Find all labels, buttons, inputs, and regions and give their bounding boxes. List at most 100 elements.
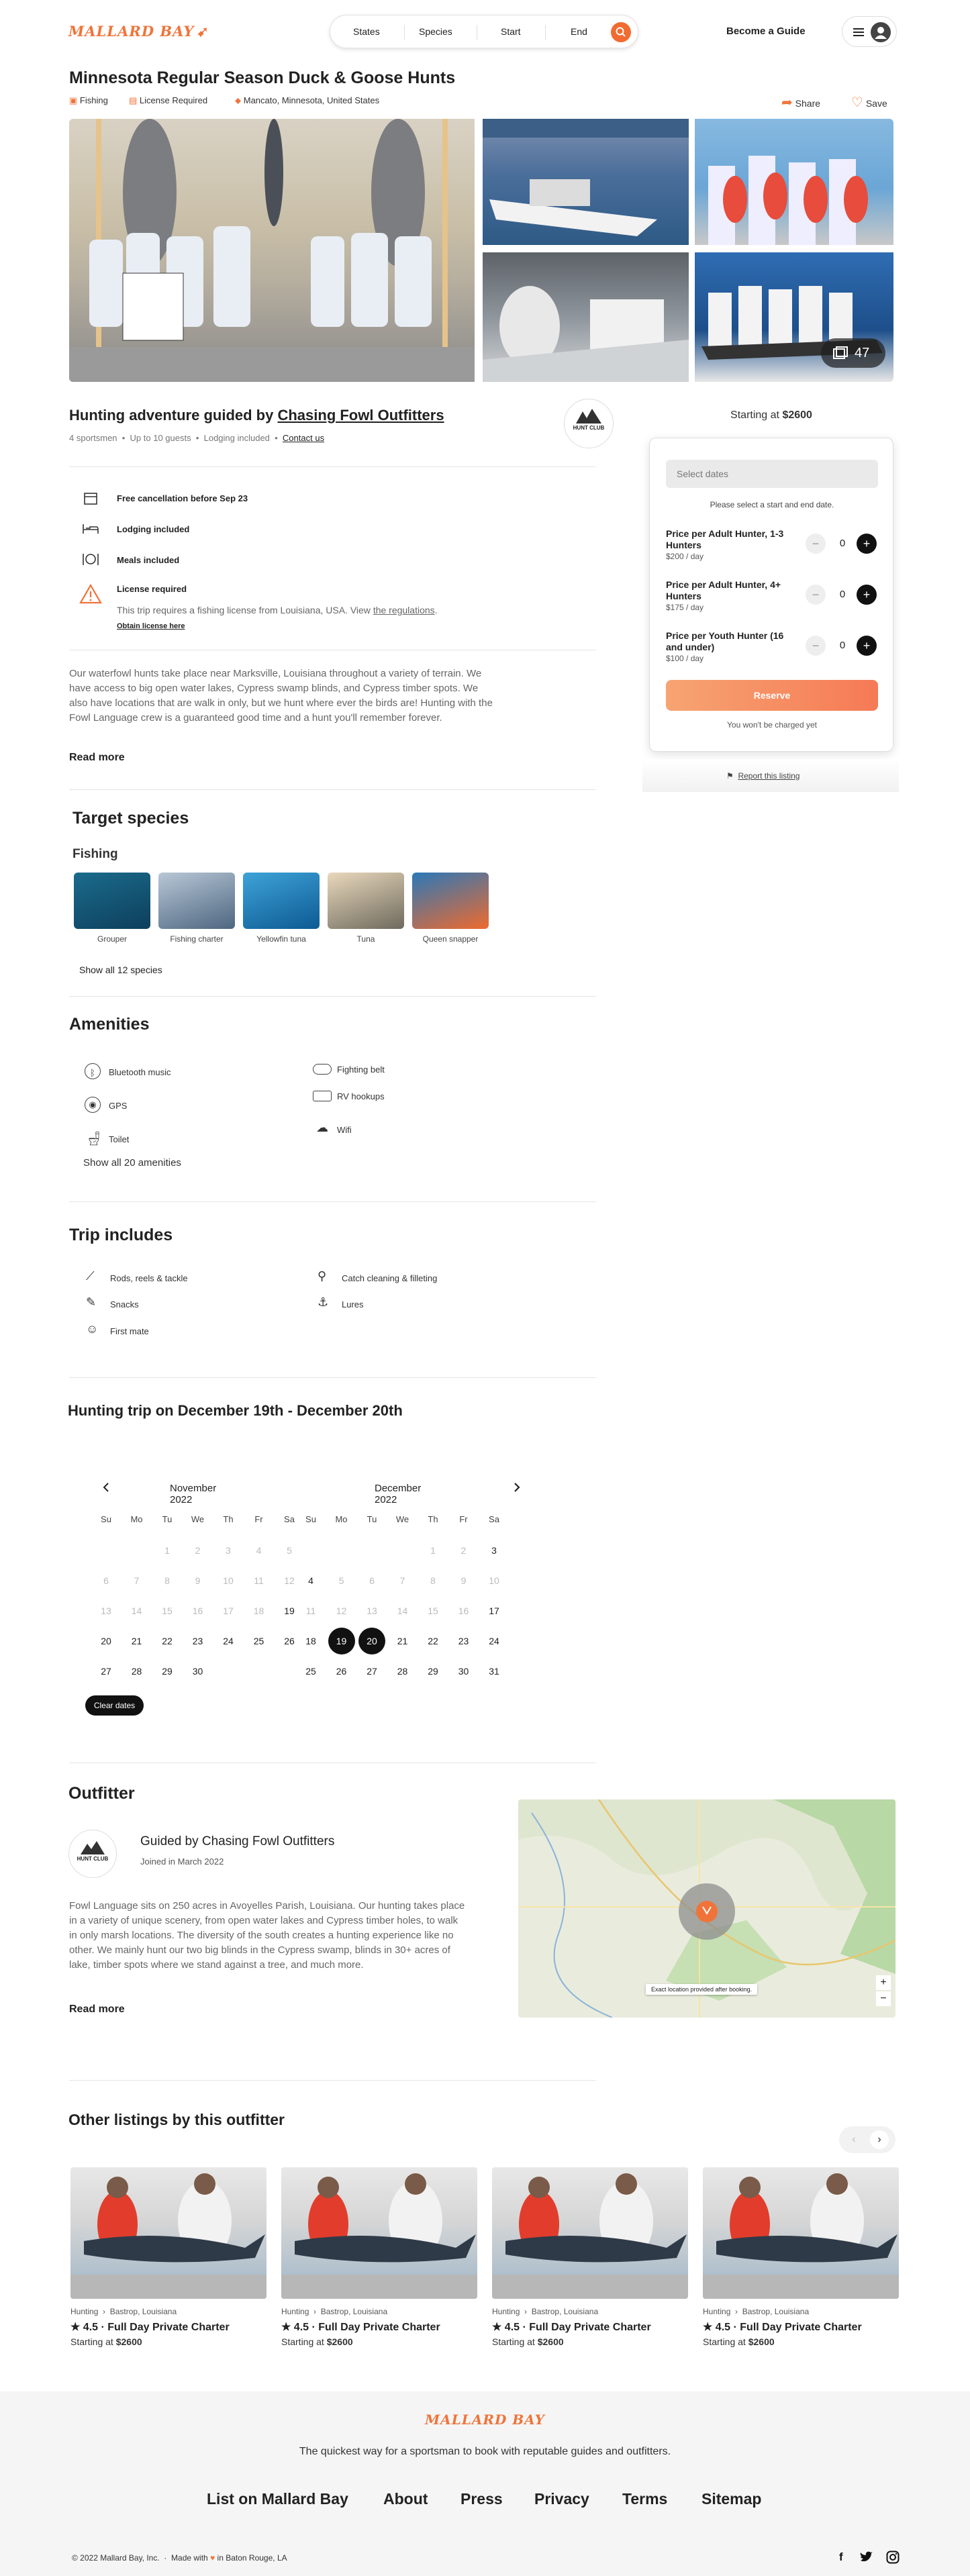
calendar-day[interactable]: 30 [450,1658,477,1685]
instagram-icon[interactable] [886,2550,900,2564]
calendar-day[interactable]: 22 [420,1628,446,1654]
footer-link-privacy[interactable]: Privacy [534,2490,589,2508]
search-bar[interactable]: States Species Start End [330,15,638,48]
calendar-day[interactable]: 30 [185,1658,211,1685]
species-card-charter[interactable]: Fishing charter [158,873,235,944]
calendar-day[interactable]: 27 [93,1658,119,1685]
decrement-button[interactable]: − [806,534,826,554]
calendar-day[interactable]: 24 [215,1628,242,1654]
calendar-day[interactable]: 21 [389,1628,416,1654]
next-month-icon[interactable] [512,1482,522,1493]
calendar-day[interactable]: 29 [154,1658,181,1685]
show-all-amenities-link[interactable]: Show all 20 amenities [83,1157,181,1169]
outfitter-joined: Joined in March 2022 [140,1856,224,1867]
gallery-main-photo[interactable] [69,119,475,382]
decrement-button[interactable]: − [806,636,826,656]
calendar-day[interactable]: 25 [246,1628,273,1654]
become-guide-link[interactable]: Become a Guide [726,26,806,37]
clear-dates-button[interactable]: Clear dates [85,1695,144,1716]
search-button[interactable] [611,22,631,42]
increment-button[interactable]: + [857,636,877,656]
facebook-icon[interactable]: f [839,2550,843,2564]
reserve-button[interactable]: Reserve [666,680,878,711]
date-hint: Please select a start and end date. [710,500,834,509]
calendar-day-selected[interactable]: 20 [358,1628,385,1654]
calendar-day[interactable]: 24 [481,1628,507,1654]
contact-link[interactable]: Contact us [283,433,324,443]
increment-button[interactable]: + [857,585,877,605]
decrement-button[interactable]: − [806,585,826,605]
footer-link-about[interactable]: About [383,2490,428,2508]
carousel-prev-button[interactable]: ‹ [844,2130,863,2149]
calendar-day: 8 [164,1575,170,1586]
listing-card[interactable]: Hunting › Bastrop, Louisiana ★ 4.5 · Full… [281,2167,477,2347]
search-start[interactable]: Start [501,26,521,37]
species-card-tuna[interactable]: Tuna [328,873,404,944]
outfitter-name: Guided by Chasing Fowl Outfitters [140,1834,335,1848]
prev-month-icon[interactable] [101,1482,111,1493]
listing-card[interactable]: Hunting › Bastrop, Louisiana ★ 4.5 · Full… [703,2167,899,2347]
calendar-day[interactable]: 25 [297,1658,324,1685]
listing-card[interactable]: Hunting › Bastrop, Louisiana ★ 4.5 · Full… [70,2167,266,2347]
footer-logo[interactable]: MALLARD BAY [0,2412,970,2428]
share-button[interactable]: ➦ Share [781,94,820,111]
select-dates-field[interactable]: Select dates [666,460,878,488]
calendar-day[interactable]: 23 [450,1628,477,1654]
calendar-day[interactable]: 18 [297,1628,324,1654]
gallery-photo-3[interactable] [695,119,893,245]
outfitter-link[interactable]: Chasing Fowl Outfitters [277,407,444,424]
footer-link-sitemap[interactable]: Sitemap [701,2490,761,2508]
footer-link-press[interactable]: Press [460,2490,503,2508]
zoom-out-button[interactable]: − [876,1991,891,2006]
calendar-day: 2 [460,1545,467,1556]
calendar-day[interactable]: 29 [420,1658,446,1685]
calendar-day[interactable]: 21 [124,1628,150,1654]
calendar-day-selected[interactable]: 19 [328,1628,355,1654]
calendar-day[interactable]: 22 [154,1628,181,1654]
calendar-icon [84,493,97,505]
listing-price-value: $2600 [748,2336,775,2347]
species-card-yellowfin[interactable]: Yellowfin tuna [243,873,320,944]
location-map[interactable]: Exact location provided after booking. +… [518,1799,895,2018]
search-states[interactable]: States [353,26,380,37]
first-mate-icon: ☺ [86,1322,99,1336]
species-card-queen-snapper[interactable]: Queen snapper [412,873,489,944]
gallery-photo-4[interactable] [483,252,689,382]
outfitter-avatar[interactable]: HUNT CLUB [564,399,614,448]
gallery-photo-5[interactable]: 47 [695,252,893,382]
calendar-day[interactable]: 17 [481,1597,507,1624]
save-button[interactable]: ♡ Save [851,94,887,111]
calendar-day[interactable]: 28 [124,1658,150,1685]
calendar-day[interactable]: 23 [185,1628,211,1654]
calendar-day[interactable]: 3 [481,1537,507,1564]
calendar-day[interactable]: 31 [481,1658,507,1685]
zoom-in-button[interactable]: + [876,1975,891,1990]
calendar-day[interactable]: 26 [328,1658,355,1685]
account-menu-button[interactable] [842,16,897,47]
listing-card[interactable]: Hunting › Bastrop, Louisiana ★ 4.5 · Full… [492,2167,688,2347]
read-more-link[interactable]: Read more [69,752,125,764]
report-listing-link[interactable]: ⚑ Report this listing [726,771,799,781]
search-end[interactable]: End [571,26,587,37]
price-label: Price per Adult Hunter, 4+ Hunters [666,579,781,601]
footer-link-terms[interactable]: Terms [622,2490,667,2508]
footer-link-list[interactable]: List on Mallard Bay [207,2490,348,2508]
gallery-photo-2[interactable] [483,119,689,245]
logo[interactable]: MALLARD BAY ➹ [68,23,209,40]
calendar-day[interactable]: 27 [358,1658,385,1685]
outfitter-logo[interactable]: HUNT CLUB [68,1830,117,1878]
regulations-link[interactable]: the regulations [373,605,435,615]
calendar-day[interactable]: 4 [297,1567,324,1594]
photo-count-badge[interactable]: 47 [821,338,885,368]
show-all-species-link[interactable]: Show all 12 species [79,964,162,975]
species-card-grouper[interactable]: Grouper [74,873,150,944]
carousel-next-button[interactable]: › [870,2130,889,2149]
calendar-day[interactable]: 20 [93,1628,119,1654]
obtain-license-link[interactable]: Obtain license here [117,622,185,630]
twitter-icon[interactable] [859,2551,873,2563]
calendar-day[interactable]: 28 [389,1658,416,1685]
increment-button[interactable]: + [857,534,877,554]
outfitter-read-more-link[interactable]: Read more [69,2003,125,2016]
listing-breadcrumb: Hunting › Bastrop, Louisiana [281,2307,388,2316]
search-species[interactable]: Species [419,26,452,37]
